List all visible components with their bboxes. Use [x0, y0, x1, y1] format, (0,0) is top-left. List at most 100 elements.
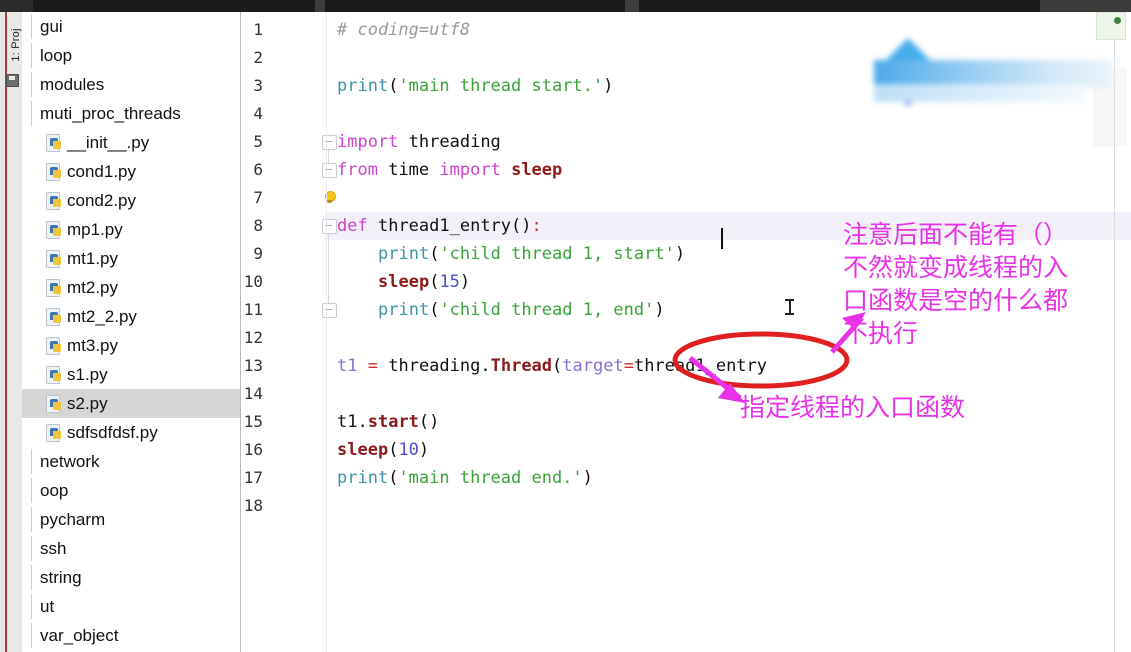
tree-item-label: pycharm	[40, 510, 106, 529]
code-line-3: print('main thread start.')	[337, 76, 614, 96]
tree-item-s2-py[interactable]: s2.py	[22, 389, 240, 418]
chrome-segment-b	[315, 0, 325, 12]
tree-item-mt3-py[interactable]: mt3.py	[22, 331, 240, 360]
tree-item--init-py[interactable]: __init__.py	[22, 128, 240, 157]
tree-item-label: cond2.py	[67, 191, 136, 210]
line-number: 11	[243, 300, 263, 319]
tree-item-loop[interactable]: loop	[22, 41, 240, 70]
tree-guide-line	[31, 478, 32, 503]
editor-gutter[interactable]: 1 2 3 4 5 6 7 8 9 10 11 12 13 14 15 16 17 18	[241, 12, 337, 652]
tree-item-cond2-py[interactable]: cond2.py	[22, 186, 240, 215]
code-line-17: print('main thread end.')	[337, 468, 593, 488]
tree-item-label: var_object	[40, 626, 119, 645]
line-number: 6	[253, 160, 263, 179]
strip-accent-line	[5, 12, 7, 652]
tree-guide-line	[31, 565, 32, 590]
line-number: 12	[243, 328, 263, 347]
tree-item-mp1-py[interactable]: mp1.py	[22, 215, 240, 244]
code-line-13: t1 = threading.Thread(target=thread1_ent…	[337, 356, 768, 376]
fold-toggle-icon[interactable]	[322, 303, 337, 318]
tree-guide-line	[31, 72, 32, 97]
code-line-9: print('child thread 1, start')	[378, 244, 686, 264]
fold-region-line	[328, 224, 329, 308]
code-line-6: from time import sleep	[337, 160, 563, 180]
tree-guide-line	[31, 507, 32, 532]
tree-item-label: s1.py	[67, 365, 108, 384]
window-chrome-strip	[0, 0, 1131, 12]
tree-guide-line	[31, 14, 32, 39]
line-number: 8	[253, 216, 263, 235]
tree-item-label: mt2.py	[67, 278, 119, 297]
tree-item-oop[interactable]: oop	[22, 476, 240, 505]
tree-item-modules[interactable]: modules	[22, 70, 240, 99]
tree-item-ut[interactable]: ut	[22, 592, 240, 621]
tree-item-mt1-py[interactable]: mt1.py	[22, 244, 240, 273]
tree-item-label: string	[40, 568, 82, 587]
tree-item-label: modules	[40, 75, 105, 94]
line-number: 16	[243, 440, 263, 459]
save-all-icon[interactable]	[6, 74, 19, 87]
gutter-divider	[326, 12, 327, 652]
fold-toggle-icon[interactable]	[322, 135, 337, 150]
line-number: 10	[243, 272, 263, 291]
code-line-1: # coding=utf8	[337, 20, 471, 40]
tree-item-label: cond1.py	[67, 162, 136, 181]
tree-item-label: mt1.py	[67, 249, 119, 268]
tree-item-muti-proc-threads[interactable]: muti_proc_threads	[22, 99, 240, 128]
python-file-icon	[46, 163, 63, 181]
line-number: 5	[253, 132, 263, 151]
code-line-15: t1.start()	[337, 412, 440, 432]
tree-item-var-object[interactable]: var_object	[22, 621, 240, 650]
status-dot-icon	[1114, 17, 1121, 24]
tree-item-pycharm[interactable]: pycharm	[22, 505, 240, 534]
tree-guide-line	[31, 43, 32, 68]
tree-item-cond1-py[interactable]: cond1.py	[22, 157, 240, 186]
annotation-line: 口函数是空的什么都	[843, 286, 1069, 315]
tree-item-s1-py[interactable]: s1.py	[22, 360, 240, 389]
tree-item-label: mp1.py	[67, 220, 123, 239]
editor-scrollbar[interactable]	[1114, 12, 1115, 652]
text-caret	[720, 228, 723, 249]
tree-item-gui[interactable]: gui	[22, 12, 240, 41]
intention-bulb-icon[interactable]	[323, 191, 336, 204]
chrome-segment-right	[1040, 0, 1131, 12]
tree-item-string[interactable]: string	[22, 563, 240, 592]
line-number: 9	[253, 244, 263, 263]
project-tree[interactable]: gui loop modules muti_proc_threads __init__.…	[22, 12, 241, 652]
mouse-ibeam-cursor	[785, 297, 794, 316]
python-file-icon	[46, 250, 63, 268]
tree-guide-line	[31, 594, 32, 619]
fold-toggle-icon[interactable]	[322, 219, 337, 234]
python-file-icon	[46, 366, 63, 384]
tree-item-label: network	[40, 452, 100, 471]
tree-item-mt2-2-py[interactable]: mt2_2.py	[22, 302, 240, 331]
tree-item-network[interactable]: network	[22, 447, 240, 476]
tool-window-strip: 1: Proj	[0, 12, 23, 652]
tree-guide-line	[31, 101, 32, 126]
inspection-status-indicator[interactable]	[1096, 12, 1126, 40]
tree-item-label: __init__.py	[67, 133, 150, 152]
fold-toggle-icon[interactable]	[322, 163, 337, 178]
tree-guide-line	[31, 623, 32, 648]
tree-item-sdfsdfdsf-py[interactable]: sdfsdfdsf.py	[22, 418, 240, 447]
tree-item-label: sdfsdfdsf.py	[67, 423, 158, 442]
minimap-preview	[1093, 67, 1127, 147]
tree-guide-line	[31, 449, 32, 474]
tree-guide-line	[31, 536, 32, 561]
annotation-note-right: 注意后面不能有（） 不然就变成线程的入 口函数是空的什么都 不执行	[843, 218, 1068, 350]
tree-item-mt2-py[interactable]: mt2.py	[22, 273, 240, 302]
code-line-5: import threading	[337, 132, 501, 152]
tree-item-ssh[interactable]: ssh	[22, 534, 240, 563]
python-file-icon	[46, 279, 63, 297]
python-file-icon	[46, 395, 63, 413]
code-line-16: sleep(10)	[337, 440, 430, 460]
code-line-11: print('child thread 1, end')	[378, 300, 665, 320]
annotation-line: 不执行	[843, 319, 919, 348]
tree-item-label: ssh	[40, 539, 67, 558]
line-number: 17	[243, 468, 263, 487]
line-number: 7	[253, 188, 263, 207]
tree-item-label: ut	[40, 597, 55, 616]
tree-item-label: mt2_2.py	[67, 307, 137, 326]
tree-item-label: muti_proc_threads	[40, 104, 181, 123]
python-file-icon	[46, 424, 63, 442]
